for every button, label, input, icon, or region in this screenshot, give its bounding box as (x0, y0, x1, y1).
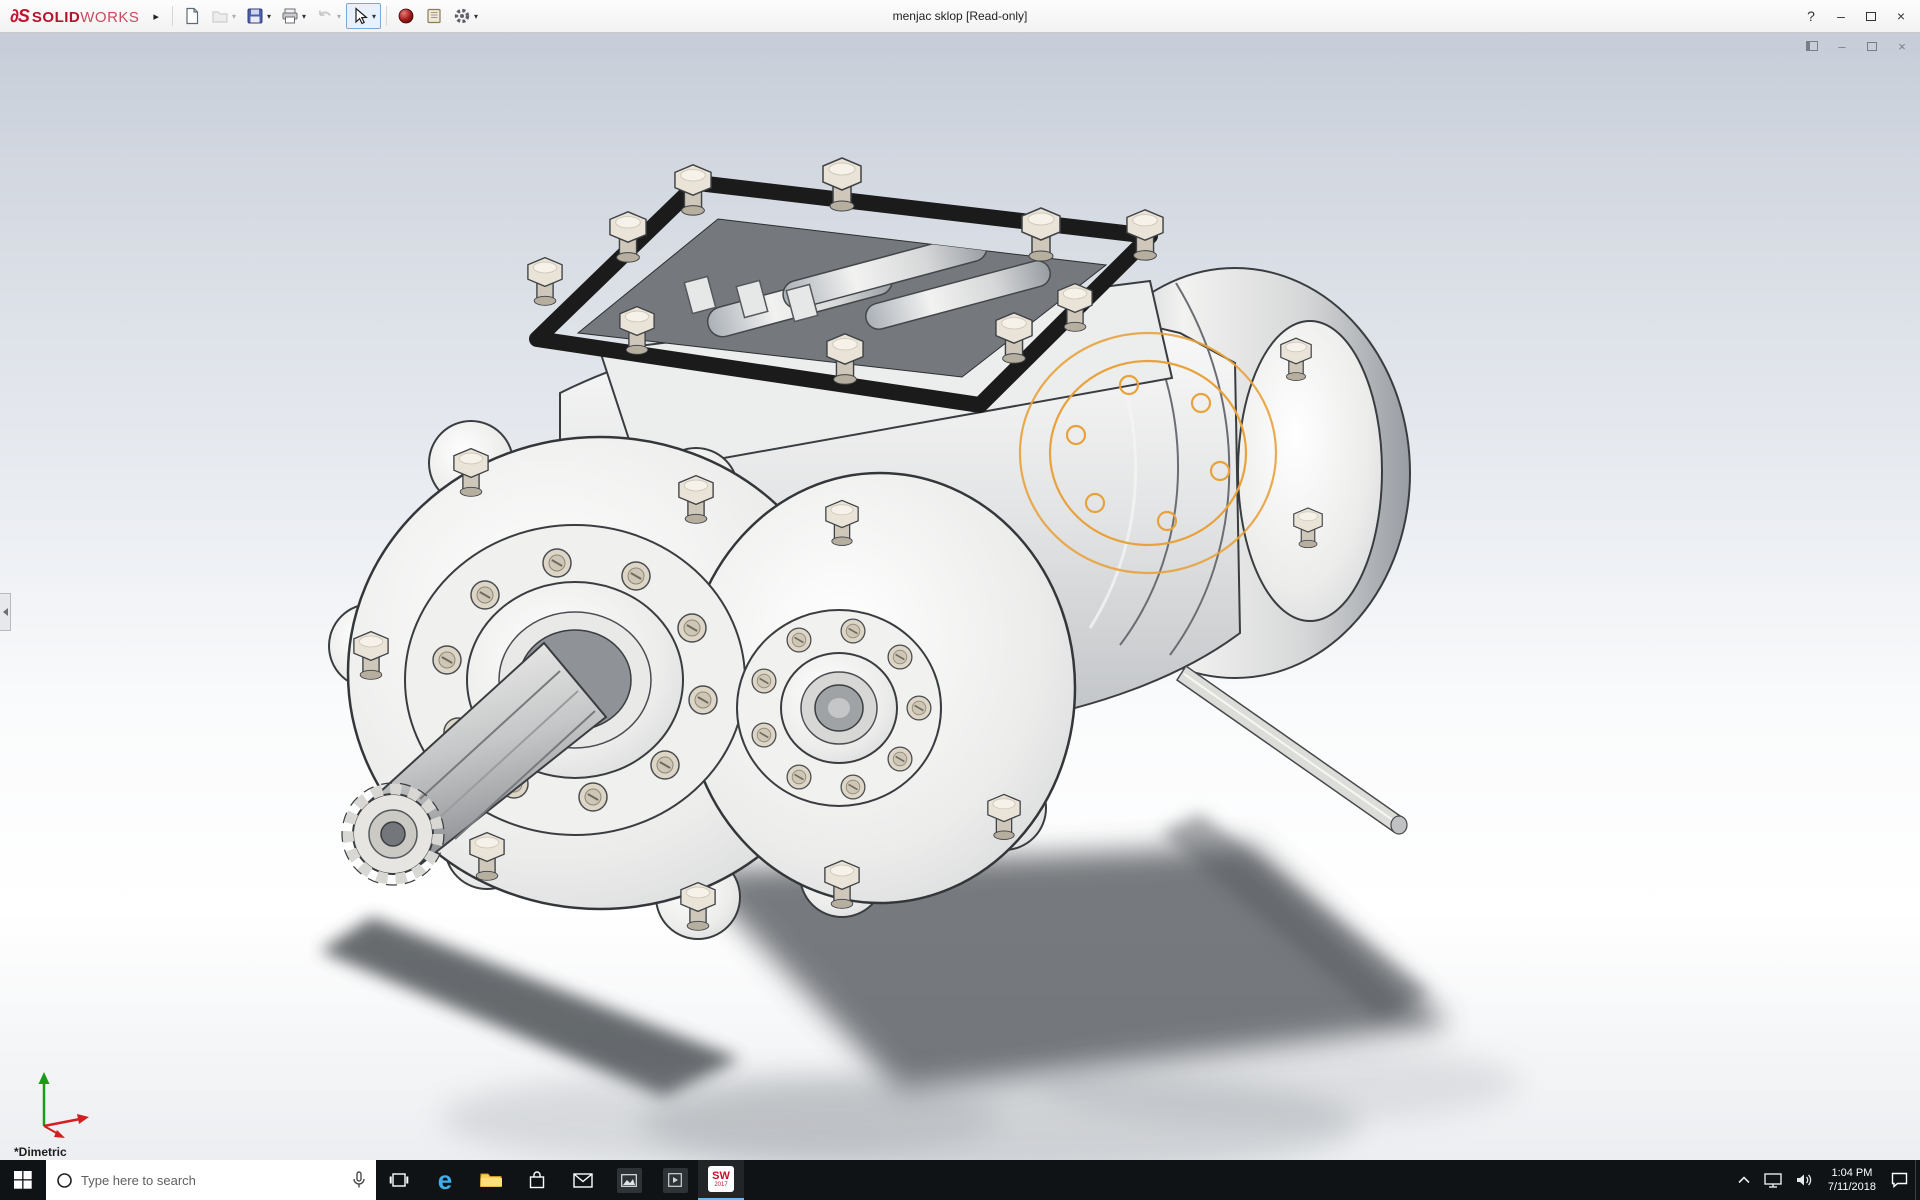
close-button[interactable]: × (1886, 4, 1916, 28)
pane-icon (1806, 41, 1818, 51)
search-input[interactable] (81, 1172, 344, 1188)
axis-triad (38, 1072, 89, 1138)
sw-tile-line2: 2017 (714, 1181, 728, 1188)
network-button[interactable] (1757, 1160, 1789, 1200)
open-caret: ▾ (231, 11, 236, 21)
volume-button[interactable] (1789, 1160, 1820, 1200)
feature-manager-collapse-tab[interactable] (0, 593, 11, 631)
undo-button[interactable]: ▾ (311, 3, 346, 29)
minimize-button[interactable]: – (1826, 4, 1856, 28)
pane-toggle-button[interactable] (1804, 38, 1820, 54)
brand-works: WORKS (80, 8, 140, 26)
appearance-sphere-icon (398, 8, 414, 24)
select-cursor-icon (355, 7, 368, 25)
save-floppy-icon (247, 8, 263, 24)
window-title: menjac sklop [Read-only] (892, 9, 1028, 23)
solidworks-logo: ∂S SOLID WORKS (4, 6, 145, 27)
gearbox-3d-model[interactable] (0, 33, 1920, 1160)
doc-minimize-button[interactable]: – (1834, 38, 1850, 54)
design-binder-book-icon (427, 8, 441, 24)
y-axis-arrow (38, 1072, 50, 1084)
file-explorer-button[interactable] (468, 1160, 514, 1200)
collapse-arrow-icon (2, 608, 8, 616)
taskbar-clock[interactable]: 1:04 PM 7/11/2018 (1820, 1166, 1884, 1194)
select-tool-button[interactable]: ▾ (346, 3, 382, 29)
new-document-button[interactable] (178, 3, 206, 29)
photos-icon (616, 1167, 642, 1193)
graphics-viewport[interactable]: – × *Dimetric (0, 33, 1920, 1160)
taskbar-search[interactable] (46, 1160, 376, 1200)
volume-icon (1796, 1174, 1812, 1186)
show-desktop-button[interactable] (1915, 1160, 1920, 1200)
new-document-icon (186, 7, 199, 25)
toolbar-separator (171, 6, 173, 26)
ds-logo-mark: ∂S (10, 5, 30, 26)
print-caret: ▾ (301, 11, 306, 21)
clock-date: 7/11/2018 (1827, 1181, 1876, 1193)
undo-caret: ▾ (337, 11, 342, 21)
file-explorer-icon (480, 1173, 502, 1187)
gear-icon (454, 8, 470, 24)
brand-solid: SOLID (31, 8, 81, 26)
doc-close-button[interactable]: × (1894, 38, 1910, 54)
menu-flyout-arrow[interactable]: ▸ (145, 10, 167, 23)
save-button[interactable]: ▾ (241, 3, 276, 29)
system-tray: 1:04 PM 7/11/2018 (1731, 1160, 1920, 1200)
taskbar: e (0, 1160, 1920, 1200)
sw-tile-line1: SW (712, 1169, 730, 1182)
chevron-up-icon (1738, 1176, 1750, 1184)
windows-logo-icon (14, 1171, 32, 1189)
view-orientation-label: *Dimetric (14, 1145, 67, 1159)
store-button[interactable] (514, 1160, 560, 1200)
ethernet-icon (1764, 1172, 1782, 1188)
window-controls: ? – × (1796, 4, 1916, 28)
toolbar-separator (386, 6, 388, 26)
restore-icon (1867, 41, 1877, 51)
options-button[interactable]: ▾ (448, 3, 483, 29)
task-view-icon (389, 1173, 409, 1187)
action-center-icon (1891, 1172, 1908, 1188)
select-caret: ▾ (372, 11, 377, 21)
maximize-button[interactable] (1856, 4, 1886, 28)
options-caret: ▾ (474, 11, 479, 21)
doc-restore-button[interactable] (1864, 38, 1880, 54)
store-bag-icon (529, 1170, 545, 1188)
save-caret: ▾ (266, 11, 271, 21)
microphone-icon[interactable] (352, 1171, 366, 1189)
edge-icon: e (437, 1165, 453, 1195)
rear-output-shaft (1175, 664, 1408, 835)
document-window-controls: – × (1804, 38, 1910, 54)
design-binder-button[interactable] (420, 3, 448, 29)
appearance-button[interactable] (392, 3, 420, 29)
media-app-button[interactable] (652, 1160, 698, 1200)
titlebar: ∂S SOLID WORKS ▸ ▾ ▾ ▾ ▾ ▾ ▾ menjac sklo… (0, 0, 1920, 33)
photos-button[interactable] (606, 1160, 652, 1200)
edge-button[interactable]: e (422, 1160, 468, 1200)
z-axis-arrow (54, 1130, 65, 1138)
print-icon (282, 8, 298, 24)
x-axis-arrow (77, 1114, 89, 1124)
start-button[interactable] (0, 1160, 46, 1200)
media-app-icon (662, 1167, 688, 1193)
cortana-search-icon (57, 1172, 72, 1188)
clock-time: 1:04 PM (1831, 1167, 1873, 1179)
undo-icon (319, 10, 331, 17)
output-flange (736, 609, 942, 807)
solidworks-app-button[interactable]: SW 2017 (698, 1160, 744, 1200)
task-view-button[interactable] (376, 1160, 422, 1200)
print-button[interactable]: ▾ (276, 3, 311, 29)
open-button[interactable]: ▾ (206, 3, 241, 29)
tray-chevron-button[interactable] (1731, 1160, 1757, 1200)
help-button[interactable]: ? (1796, 4, 1826, 28)
mail-button[interactable] (560, 1160, 606, 1200)
maximize-icon (1866, 11, 1876, 21)
mail-envelope-icon (573, 1172, 593, 1188)
solidworks-app-icon: SW 2017 (708, 1166, 734, 1192)
open-folder-icon (212, 11, 228, 23)
action-center-button[interactable] (1884, 1160, 1915, 1200)
